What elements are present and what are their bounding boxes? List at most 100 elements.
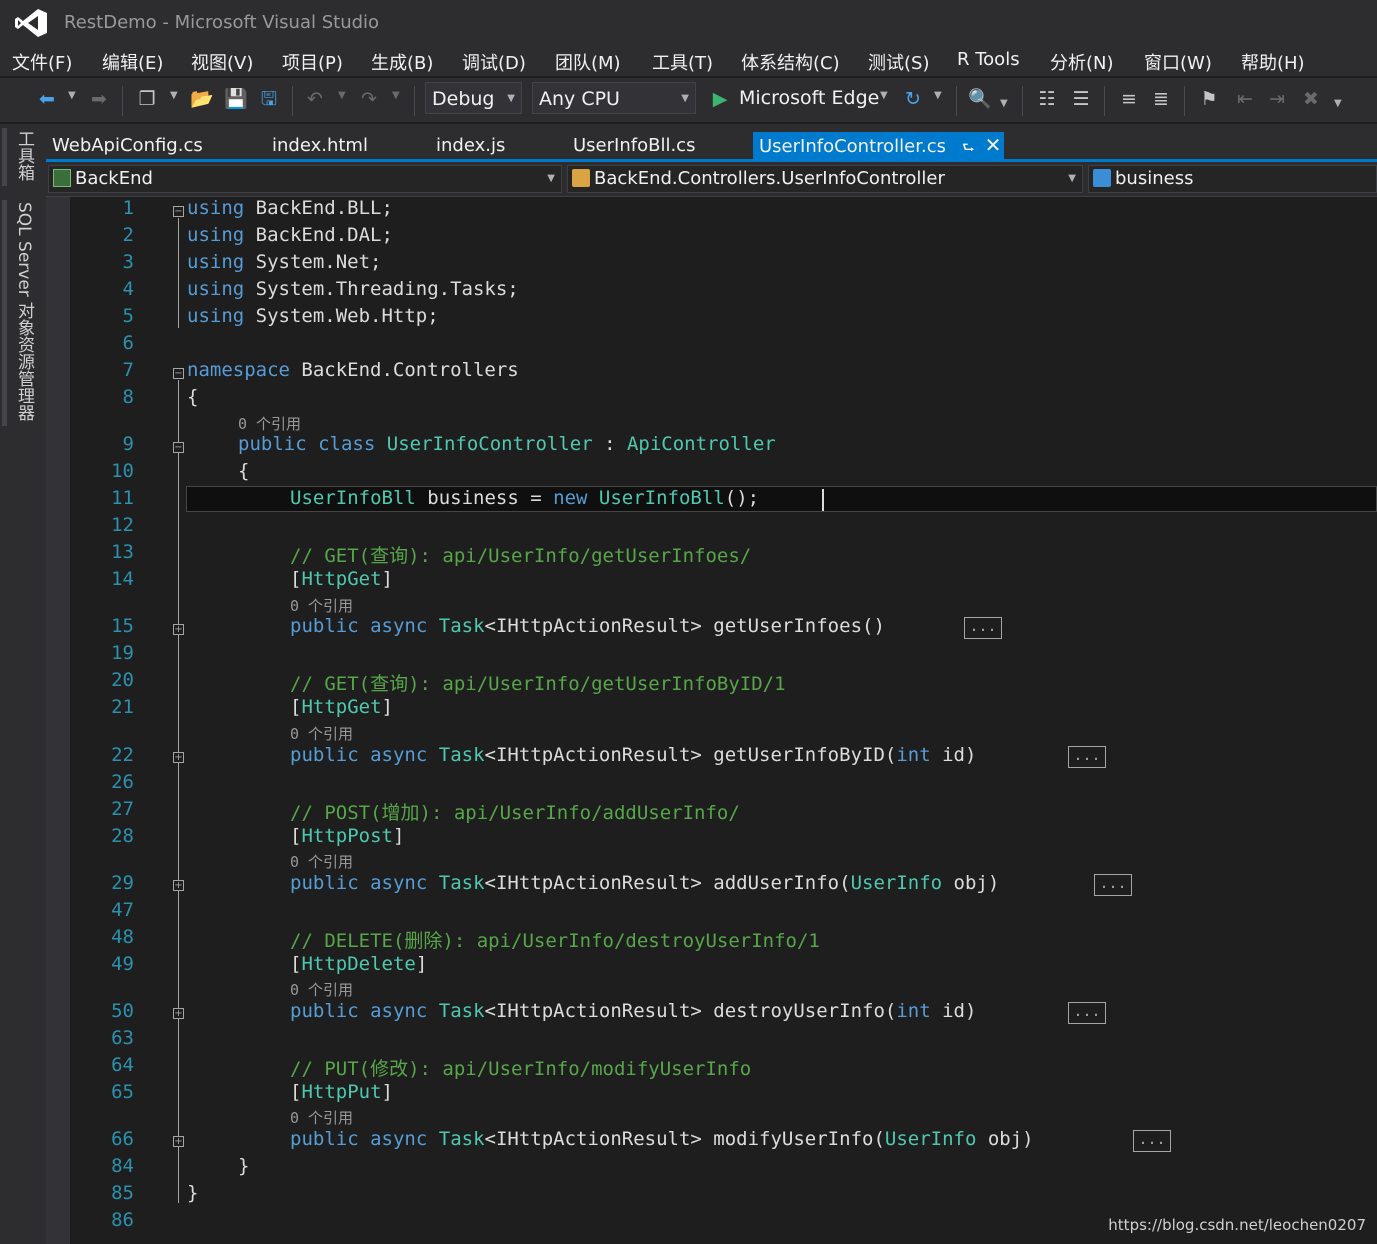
expand-method-icon[interactable]: + [173, 624, 184, 635]
line-number: 29 [111, 872, 134, 894]
menu-debug[interactable]: 调试(D) [462, 49, 526, 75]
line-number: 85 [111, 1182, 134, 1204]
solution-explorer-icon[interactable]: ☷ [1036, 88, 1058, 110]
undo-icon[interactable]: ↶ [304, 88, 326, 110]
tab-index-js[interactable]: index.js [430, 132, 511, 159]
expand-method-icon[interactable]: + [173, 752, 184, 763]
menu-help[interactable]: 帮助(H) [1241, 49, 1305, 75]
line-number: 20 [111, 669, 134, 691]
menu-test[interactable]: 测试(S) [868, 49, 929, 75]
menu-analyze[interactable]: 分析(N) [1050, 49, 1114, 75]
menu-project[interactable]: 项目(P) [282, 49, 343, 75]
expand-method-icon[interactable]: + [173, 1008, 184, 1019]
menu-architecture[interactable]: 体系结构(C) [741, 49, 840, 75]
code-text: ] [381, 568, 393, 590]
line-number: 10 [111, 460, 134, 482]
collapse-using-block-icon[interactable]: − [173, 206, 184, 217]
refresh-dropdown-icon[interactable]: ▼ [934, 90, 942, 101]
menu-team[interactable]: 团队(M) [555, 49, 621, 75]
codelens-references[interactable]: 0 个引用 [290, 723, 353, 744]
next-bookmark-icon[interactable]: ⇥ [1266, 88, 1288, 110]
undo-dropdown-icon[interactable]: ▼ [338, 90, 346, 101]
overflow-dropdown-icon[interactable]: ▼ [1000, 98, 1008, 109]
project-select[interactable]: BackEnd ▼ [48, 165, 562, 193]
menu-edit[interactable]: 编辑(E) [102, 49, 163, 75]
code-text: (); [724, 487, 760, 509]
left-tool-strip: 工具箱 SQL Server 对象资源管理器 [0, 124, 46, 1244]
codelens-references[interactable]: 0 个引用 [238, 413, 301, 434]
play-icon[interactable]: ▶ [709, 88, 731, 110]
codelens-references[interactable]: 0 个引用 [290, 979, 353, 1000]
code-line: { [187, 386, 199, 408]
expand-method-icon[interactable]: + [173, 880, 184, 891]
bookmark-icon[interactable]: ⚑ [1198, 88, 1220, 110]
line-number: 65 [111, 1081, 134, 1103]
menu-view[interactable]: 视图(V) [191, 49, 253, 75]
properties-icon[interactable]: ☰ [1070, 88, 1092, 110]
member-select[interactable]: business [1088, 165, 1377, 193]
class-select[interactable]: BackEnd.Controllers.UserInfoController ▼ [567, 165, 1083, 193]
previous-bookmark-icon[interactable]: ⇤ [1234, 88, 1256, 110]
close-icon[interactable]: ✕ [985, 133, 1002, 157]
menu-build[interactable]: 生成(B) [371, 49, 433, 75]
line-number: 15 [111, 615, 134, 637]
overflow-dropdown-icon[interactable]: ▼ [1334, 98, 1342, 109]
codelens-references[interactable]: 0 个引用 [290, 1107, 353, 1128]
back-dropdown-icon[interactable]: ▼ [68, 90, 76, 101]
collapse-class-icon[interactable]: − [173, 442, 184, 453]
collapsed-region-marker[interactable]: ... [964, 617, 1002, 639]
codelens-references[interactable]: 0 个引用 [290, 851, 353, 872]
pin-icon[interactable]: ⮑ [962, 140, 975, 156]
tab-userinfocontroller[interactable]: UserInfoController.cs ⮑ ✕ [753, 132, 1004, 159]
find-in-files-icon[interactable]: 🔍 [968, 88, 992, 110]
solution-platform-select[interactable]: Any CPU ▼ [532, 82, 696, 114]
redo-dropdown-icon[interactable]: ▼ [392, 90, 400, 101]
tab-userinfobll[interactable]: UserInfoBll.cs [567, 132, 701, 159]
redo-icon[interactable]: ↷ [358, 88, 380, 110]
collapsed-region-marker[interactable]: ... [1094, 874, 1132, 896]
toolbox-tab[interactable]: 工具箱 [12, 130, 37, 181]
keyword: using [187, 197, 245, 219]
chevron-down-icon: ▼ [547, 173, 555, 184]
line-number: 27 [111, 798, 134, 820]
start-debugging-button[interactable]: Microsoft Edge [739, 87, 879, 109]
code-line: using BackEnd.DAL; [187, 224, 393, 246]
new-dropdown-icon[interactable]: ▼ [170, 90, 178, 101]
code-editor[interactable]: 1 2 3 4 5 6 7 8 9 10 11 12 13 14 15 19 2… [46, 197, 1377, 1244]
menu-r-tools[interactable]: R Tools [957, 49, 1020, 70]
menu-tools[interactable]: 工具(T) [652, 49, 713, 75]
code-text: [ [290, 696, 302, 718]
line-number: 21 [111, 696, 134, 718]
collapse-namespace-icon[interactable]: − [173, 368, 184, 379]
collapsed-region-marker[interactable]: ... [1068, 746, 1106, 768]
line-number: 11 [111, 487, 134, 509]
code-text: ] [381, 696, 393, 718]
clear-bookmarks-icon[interactable]: ✖ [1300, 88, 1322, 110]
code-text: System.Net; [244, 251, 382, 273]
menu-window[interactable]: 窗口(W) [1144, 49, 1212, 75]
save-all-icon[interactable]: 🖫 [258, 88, 280, 110]
watermark-url: https://blog.csdn.net/leochen0207 [1108, 1216, 1366, 1234]
refresh-browser-icon[interactable]: ↻ [902, 88, 924, 110]
save-icon[interactable]: 💾 [224, 88, 248, 110]
collapsed-region-marker[interactable]: ... [1068, 1002, 1106, 1024]
open-file-icon[interactable]: 📂 [190, 88, 214, 110]
sql-server-object-explorer-tab[interactable]: SQL Server 对象资源管理器 [12, 202, 37, 421]
keyword: using [187, 305, 245, 327]
codelens-references[interactable]: 0 个引用 [290, 595, 353, 616]
uncomment-lines-icon[interactable]: ≣ [1150, 88, 1172, 110]
new-project-icon[interactable]: ❐ [136, 88, 158, 110]
comment-lines-icon[interactable]: ≡ [1118, 88, 1140, 110]
run-target-dropdown-icon[interactable]: ▼ [880, 90, 888, 101]
tab-webapiconfig[interactable]: WebApiConfig.cs [46, 132, 209, 159]
forward-navigate-icon[interactable]: ➡ [88, 88, 110, 110]
menu-file[interactable]: 文件(F) [12, 49, 72, 75]
code-text: [ [290, 953, 302, 975]
line-number: 19 [111, 642, 134, 664]
collapsed-region-marker[interactable]: ... [1133, 1130, 1171, 1152]
line-number: 63 [111, 1027, 134, 1049]
tab-index-html[interactable]: index.html [266, 132, 374, 159]
solution-configuration-select[interactable]: Debug ▼ [425, 82, 522, 114]
expand-method-icon[interactable]: + [173, 1136, 184, 1147]
back-navigate-icon[interactable]: ⬅ [36, 88, 58, 110]
